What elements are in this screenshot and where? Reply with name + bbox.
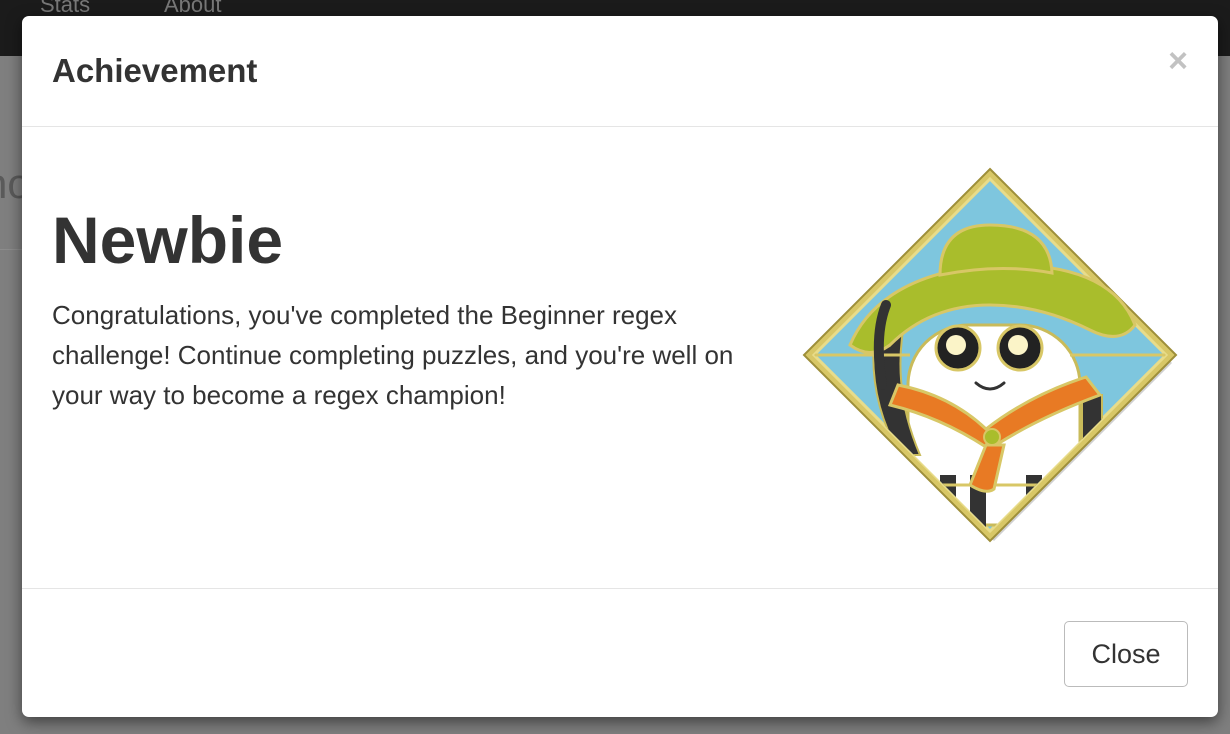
modal-title: Achievement <box>52 52 258 89</box>
modal-footer: Close <box>22 588 1218 718</box>
achievement-description: Congratulations, you've completed the Be… <box>52 300 734 410</box>
newbie-badge-icon <box>802 167 1178 543</box>
modal-body: Newbie Congratulations, you've completed… <box>22 127 1218 588</box>
modal-header: Achievement × <box>22 16 1218 127</box>
close-button[interactable]: Close <box>1064 621 1188 687</box>
close-icon[interactable]: × <box>1168 44 1188 78</box>
achievement-modal: Achievement × Newbie Congratulations, yo… <box>22 16 1218 717</box>
achievement-title: Newbie <box>52 203 284 277</box>
